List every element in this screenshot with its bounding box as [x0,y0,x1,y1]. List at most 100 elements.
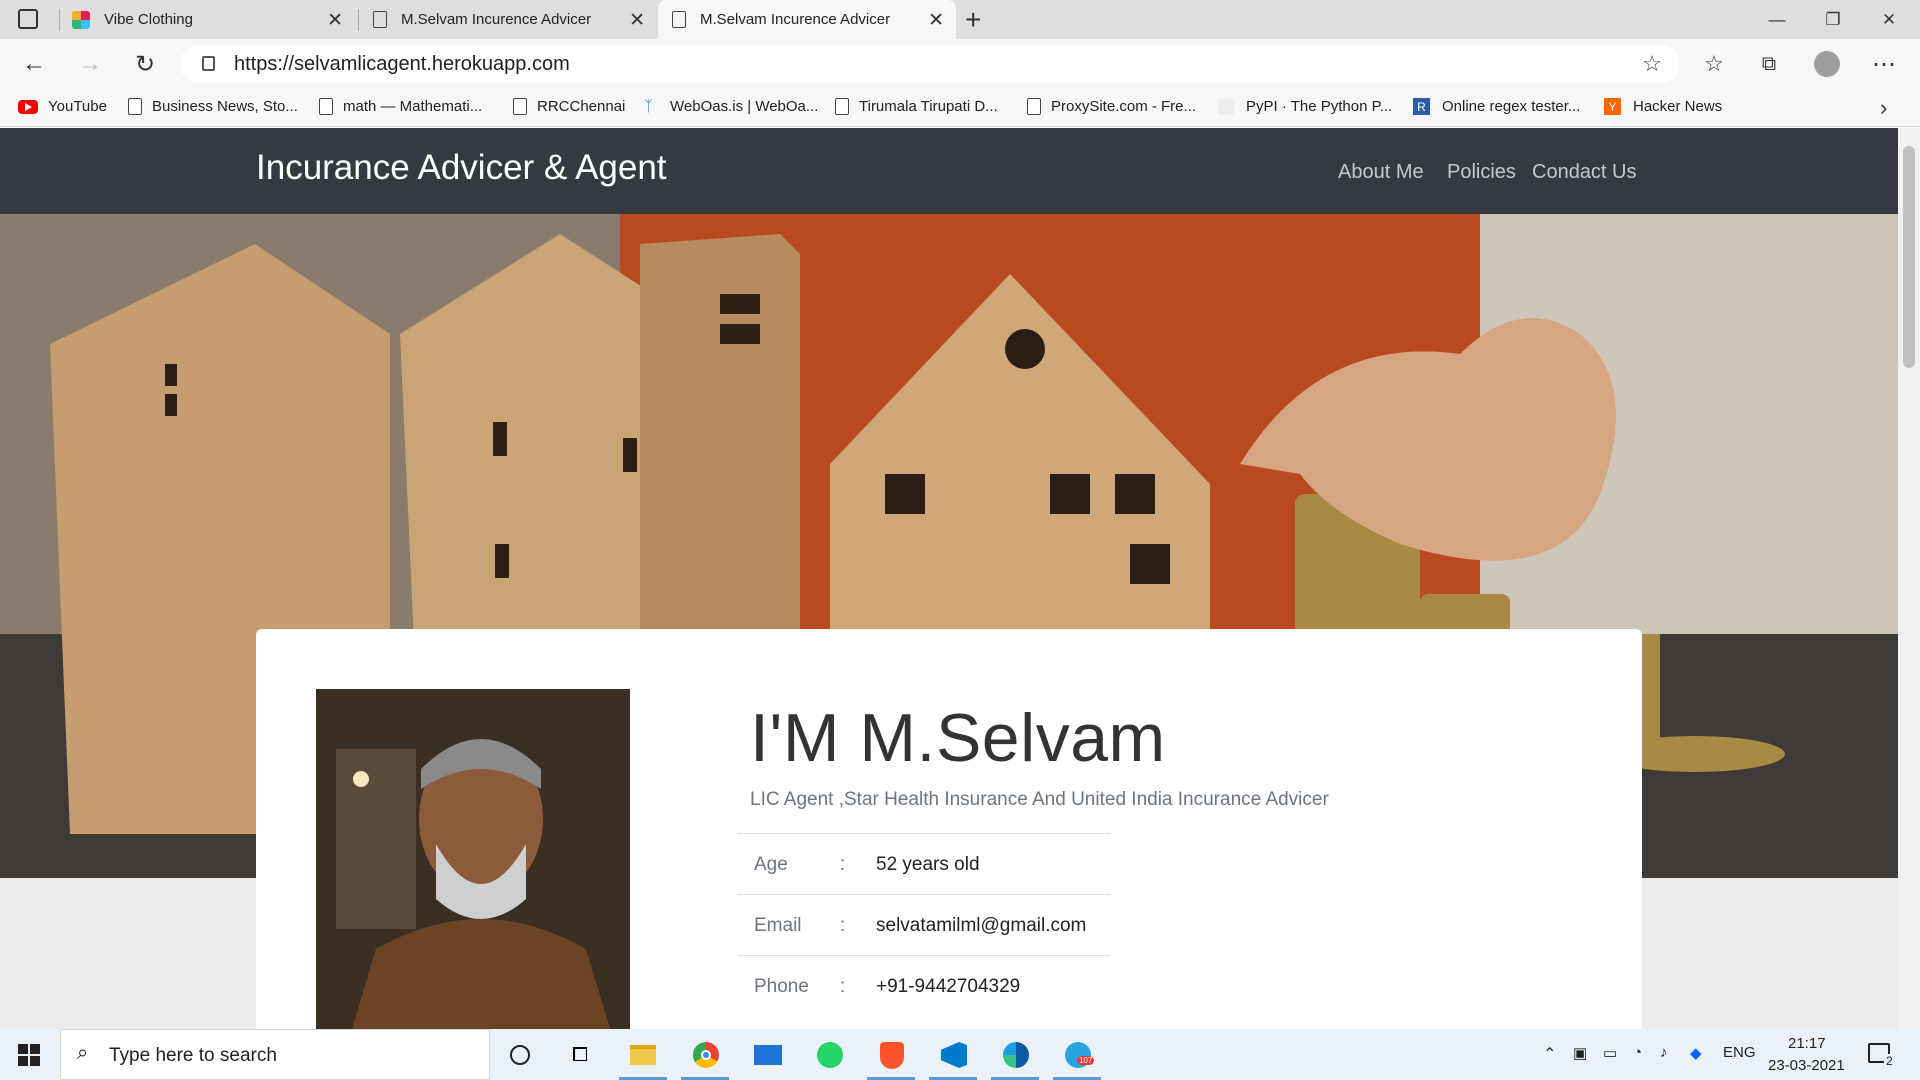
whatsapp-icon[interactable] [814,1039,846,1071]
clock-date[interactable]: 23-03-2021 [1768,1057,1845,1074]
profile-subtitle: LIC Agent ,Star Health Insurance And Uni… [750,789,1329,810]
nav-contact-us[interactable]: Condact Us [1532,161,1637,184]
bookmarks-bar: YouTube Business News, Sto... math — Mat… [0,89,1920,127]
notification-count-badge: 2 [1884,1054,1895,1068]
taskbar-search-box[interactable]: ⌕ Type here to search [60,1029,490,1080]
language-indicator[interactable]: ENG [1723,1044,1756,1061]
page-icon [513,98,527,115]
page-icon [1027,98,1041,115]
profile-avatar[interactable] [1814,51,1840,77]
tab-label: Vibe Clothing [104,11,193,28]
telegram-icon[interactable]: 107 [1062,1039,1095,1071]
close-tab-icon[interactable]: ✕ [327,9,343,32]
info-separator: : [840,915,846,936]
youtube-icon [18,99,38,114]
volume-icon[interactable]: ♪ [1660,1044,1668,1061]
minimize-button[interactable]: — [1750,0,1804,39]
favorites-icon[interactable]: ☆ [1696,46,1732,82]
mail-icon[interactable] [752,1039,784,1071]
bookmark-proxysite[interactable]: ProxySite.com - Fre... [1027,98,1196,115]
clock-time[interactable]: 21:17 [1788,1035,1826,1052]
favorite-star-icon[interactable]: ☆ [1642,51,1662,77]
page-icon [319,98,333,115]
telegram-badge: 107 [1077,1056,1095,1065]
browser-toolbar: ← → ↻ https://selvamlicagent.herokuapp.c… [0,39,1920,89]
search-placeholder: Type here to search [109,1045,277,1066]
info-row-email: Email : selvatamilml@gmail.com [738,894,1110,955]
task-view-icon[interactable]: ⧠ [564,1039,596,1071]
forward-button[interactable]: → [72,46,108,82]
edge-icon[interactable] [1000,1039,1032,1071]
tab-label: M.Selvam Incurence Advicer [401,11,592,28]
tab-label: M.Selvam Incurence Advicer [700,11,891,28]
close-tab-icon[interactable]: ✕ [629,9,645,32]
brave-icon[interactable] [876,1039,908,1071]
page-scrollbar[interactable] [1898,128,1920,1029]
collections-icon[interactable]: ⧉ [1751,46,1787,82]
profile-name: I'M M.Selvam [750,700,1166,776]
vscode-icon[interactable] [938,1039,970,1071]
page-favicon-icon [373,11,387,28]
tab-selvam-active[interactable]: M.Selvam Incurence Advicer ✕ [658,0,956,39]
close-tab-icon[interactable]: ✕ [928,9,944,32]
show-hidden-icons-chevron-icon[interactable]: ⌃ [1543,1044,1556,1064]
meet-now-icon[interactable]: ▣ [1573,1044,1587,1062]
bookmark-youtube[interactable]: YouTube [18,98,107,115]
profile-card: I'M M.Selvam LIC Agent ,Star Health Insu… [256,629,1642,1029]
url-text: https://selvamlicagent.herokuapp.com [234,53,570,75]
slack-favicon-icon [72,10,90,29]
search-icon: ⌕ [77,1042,89,1064]
lock-icon [202,56,215,71]
info-label: Phone [754,976,809,997]
tab-vibe-clothing[interactable]: Vibe Clothing ✕ [60,0,355,39]
more-bookmarks-chevron-icon[interactable]: › [1880,95,1887,121]
bookmark-tirumala[interactable]: Tirumala Tirupati D... [835,98,998,115]
back-button[interactable]: ← [16,46,52,82]
weboasis-icon: ᛉ [644,98,654,115]
nav-about-me[interactable]: About Me [1338,161,1424,184]
battery-icon[interactable]: ▭ [1603,1044,1617,1062]
tab-strip: Vibe Clothing ✕ M.Selvam Incurence Advic… [0,0,1920,39]
scrollbar-thumb[interactable] [1903,146,1915,368]
info-row-phone: Phone : +91-9442704329 [738,955,1110,1016]
page-icon [128,98,142,115]
file-explorer-icon[interactable] [627,1039,659,1071]
site-brand[interactable]: Incurance Advicer & Agent [256,148,667,188]
info-value[interactable]: selvatamilml@gmail.com [876,915,1086,937]
bookmark-math[interactable]: math — Mathemati... [319,98,482,115]
tab-selvam-1[interactable]: M.Selvam Incurence Advicer ✕ [359,0,657,39]
more-menu-icon[interactable]: ⋯ [1866,46,1902,82]
bookmark-weboasis[interactable]: ᛉ WebOas.is | WebOa... [644,98,818,115]
windows-start-icon[interactable] [18,1044,40,1066]
bookmark-regex[interactable]: R Online regex tester... [1413,98,1580,115]
bookmark-business-news[interactable]: Business News, Sto... [128,98,298,115]
wifi-icon[interactable]: ◔ [1633,1044,1642,1061]
restore-button[interactable]: ❐ [1806,0,1860,39]
info-label: Age [754,854,788,875]
web-page: Incurance Advicer & Agent About Me Polic… [0,128,1898,1029]
bookmark-rrcchennai[interactable]: RRCChennai [513,98,625,115]
info-separator: : [840,854,846,875]
pypi-icon [1218,98,1234,115]
address-bar[interactable]: https://selvamlicagent.herokuapp.com ☆ [180,45,1680,83]
windows-taskbar: ⌕ Type here to search ⧠ 107 ⌃ ▣ ▭ ◔ ♪ ◆ … [0,1029,1920,1080]
refresh-button[interactable]: ↻ [127,46,163,82]
info-value[interactable]: +91-9442704329 [876,976,1020,998]
info-row-age: Age : 52 years old [738,833,1110,894]
hacker-news-icon: Y [1604,98,1621,115]
info-value: 52 years old [876,854,980,875]
info-label: Email [754,915,802,936]
tab-actions-icon[interactable] [18,9,38,29]
chrome-icon[interactable] [690,1039,722,1071]
info-separator: : [840,976,846,997]
profile-photo [316,689,630,1029]
nav-policies[interactable]: Policies [1447,161,1516,184]
page-favicon-icon [672,11,686,28]
close-window-button[interactable]: ✕ [1862,0,1916,39]
bookmark-hacker-news[interactable]: Y Hacker News [1604,98,1722,115]
new-tab-button[interactable]: + [965,4,981,36]
bookmark-pypi[interactable]: PyPI · The Python P... [1218,98,1392,115]
regex-icon: R [1413,98,1430,115]
cortana-icon[interactable] [504,1039,536,1071]
dropbox-icon[interactable]: ◆ [1690,1044,1702,1062]
